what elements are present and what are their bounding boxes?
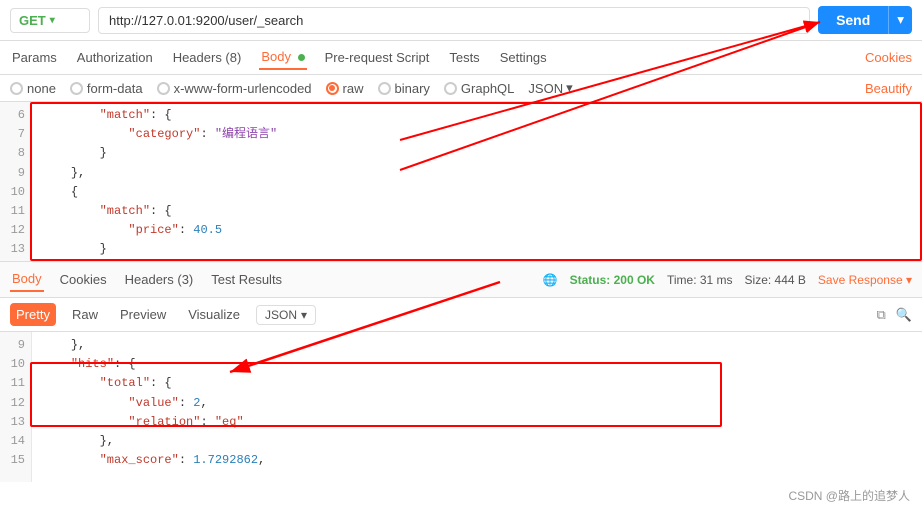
csdn-watermark: CSDN @路上的追梦人 (788, 487, 910, 504)
code-line-7: "category": "编程语言" (42, 125, 912, 144)
option-none[interactable]: none (10, 81, 56, 96)
tab-cookies[interactable]: Cookies (865, 50, 912, 65)
option-graphql[interactable]: GraphQL (444, 81, 514, 96)
tab-params[interactable]: Params (10, 46, 59, 69)
response-code-content[interactable]: }, "hits": { "total": { "value": 2, "rel… (32, 332, 922, 482)
none-label: none (27, 81, 56, 96)
send-dropdown-button[interactable]: ▾ (888, 6, 912, 34)
urlencoded-label: x-www-form-urlencoded (174, 81, 312, 96)
url-input[interactable] (98, 7, 810, 34)
view-icons-group: ⧉ 🔍 (877, 307, 912, 323)
method-select[interactable]: GET ▾ (10, 8, 90, 33)
resp-line-12: "value": 2, (42, 394, 912, 413)
request-editor: 6 7 8 9 10 11 12 13 14 "match": { "categ… (0, 102, 922, 262)
body-dot (298, 54, 305, 61)
response-header: Body Cookies Headers (3) Test Results 🌐 … (0, 262, 922, 298)
view-tab-raw[interactable]: Raw (66, 303, 104, 326)
code-line-12: "price": 40.5 (42, 221, 912, 240)
send-group: Send ▾ (818, 6, 912, 34)
body-options-bar: none form-data x-www-form-urlencoded raw… (0, 75, 922, 102)
format-label: JSON (528, 81, 563, 96)
resp-line-11: "total": { (42, 374, 912, 393)
resp-line-9: }, (42, 336, 912, 355)
response-tab-testresults[interactable]: Test Results (209, 268, 284, 291)
size-text: Size: 444 B (745, 273, 806, 287)
resp-line-13: "relation": "eq" (42, 413, 912, 432)
code-line-8: } (42, 144, 912, 163)
resp-line-15: "max_score": 1.7292862, (42, 451, 912, 470)
save-response-button[interactable]: Save Response ▾ (818, 273, 912, 287)
code-line-11: "match": { (42, 202, 912, 221)
request-bar: GET ▾ Send ▾ (0, 0, 922, 41)
formdata-label: form-data (87, 81, 143, 96)
radio-none-icon (10, 82, 23, 95)
tab-authorization[interactable]: Authorization (75, 46, 155, 69)
view-tab-preview[interactable]: Preview (114, 303, 172, 326)
option-binary[interactable]: binary (378, 81, 430, 96)
response-format-select[interactable]: JSON ▾ (256, 305, 316, 325)
method-chevron-icon: ▾ (50, 15, 55, 26)
radio-raw-icon (326, 82, 339, 95)
code-line-10: { (42, 183, 912, 202)
view-tab-visualize[interactable]: Visualize (182, 303, 246, 326)
code-line-14: } (42, 260, 912, 262)
radio-formdata-icon (70, 82, 83, 95)
radio-graphql-icon (444, 82, 457, 95)
option-formdata[interactable]: form-data (70, 81, 143, 96)
option-urlencoded[interactable]: x-www-form-urlencoded (157, 81, 312, 96)
response-tab-headers[interactable]: Headers (3) (123, 268, 196, 291)
search-icon[interactable]: 🔍 (896, 307, 912, 323)
code-line-6: "match": { (42, 106, 912, 125)
raw-label: raw (343, 81, 364, 96)
tab-tests[interactable]: Tests (447, 46, 481, 69)
view-tabs-bar: Pretty Raw Preview Visualize JSON ▾ ⧉ 🔍 (0, 298, 922, 332)
binary-label: binary (395, 81, 430, 96)
globe-icon: 🌐 (543, 273, 558, 287)
format-chevron-icon: ▾ (566, 80, 573, 96)
option-raw[interactable]: raw (326, 81, 364, 96)
view-tab-pretty[interactable]: Pretty (10, 303, 56, 326)
beautify-button[interactable]: Beautify (865, 81, 912, 96)
radio-urlencoded-icon (157, 82, 170, 95)
request-code-content[interactable]: "match": { "category": "编程语言" } }, { "ma… (32, 102, 922, 261)
tab-headers[interactable]: Headers (8) (171, 46, 244, 69)
response-tab-cookies[interactable]: Cookies (58, 268, 109, 291)
status-text: Status: 200 OK (570, 273, 655, 287)
tab-settings[interactable]: Settings (498, 46, 549, 69)
tab-body[interactable]: Body (259, 45, 306, 70)
response-format-chevron-icon: ▾ (301, 308, 307, 322)
code-line-9: }, (42, 164, 912, 183)
resp-line-10: "hits": { (42, 355, 912, 374)
resp-line-14: }, (42, 432, 912, 451)
radio-binary-icon (378, 82, 391, 95)
response-line-numbers: 9 10 11 12 13 14 15 (0, 332, 32, 482)
method-label: GET (19, 13, 46, 28)
copy-icon[interactable]: ⧉ (877, 307, 886, 323)
graphql-label: GraphQL (461, 81, 514, 96)
response-format-label: JSON (265, 308, 297, 322)
response-editor: 9 10 11 12 13 14 15 }, "hits": { "total"… (0, 332, 922, 482)
response-status-area: 🌐 Status: 200 OK Time: 31 ms Size: 444 B… (543, 273, 912, 287)
code-line-13: } (42, 240, 912, 259)
format-dropdown[interactable]: JSON ▾ (528, 80, 572, 96)
response-tab-body[interactable]: Body (10, 267, 44, 292)
time-text: Time: 31 ms (667, 273, 733, 287)
tab-prerequest[interactable]: Pre-request Script (323, 46, 432, 69)
send-button[interactable]: Send (818, 6, 888, 34)
request-line-numbers: 6 7 8 9 10 11 12 13 14 (0, 102, 32, 261)
request-tabs: Params Authorization Headers (8) Body Pr… (0, 41, 922, 75)
